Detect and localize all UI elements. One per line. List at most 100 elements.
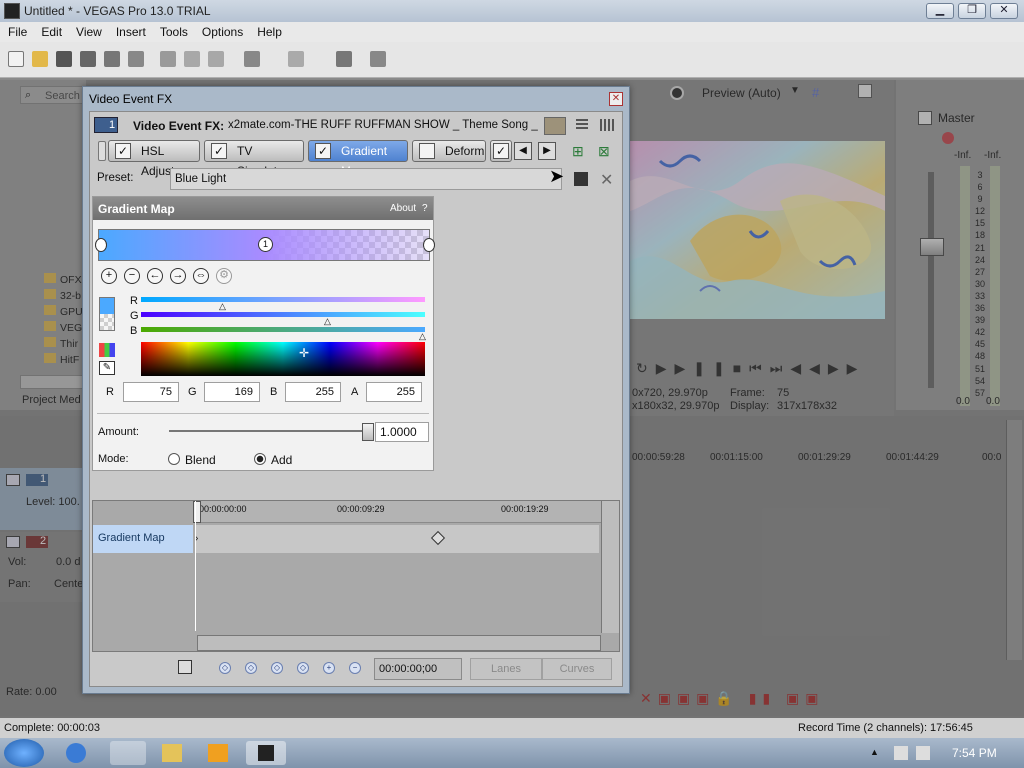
- ie-icon[interactable]: [110, 741, 146, 765]
- plugin-chain-icon[interactable]: ⊞: [572, 143, 590, 159]
- next-keyframe-icon[interactable]: ◇: [271, 662, 283, 674]
- r-slider-thumb[interactable]: △: [219, 301, 226, 312]
- remove-plugin-icon[interactable]: ⊠: [598, 143, 616, 159]
- hsl-adjust-checkbox[interactable]: ✓: [115, 143, 131, 159]
- save-as-icon[interactable]: [80, 51, 96, 67]
- chain-tv-simulator[interactable]: ✓TV Simulator: [204, 140, 304, 178]
- list-view-icon[interactable]: [576, 119, 588, 131]
- list-item[interactable]: Thir: [44, 336, 84, 352]
- properties-icon[interactable]: [128, 51, 144, 67]
- current-color-swatch[interactable]: [99, 297, 115, 331]
- chain-deform[interactable]: ✓Deform: [412, 140, 486, 162]
- a-value-field[interactable]: 255: [366, 382, 422, 402]
- master-fx-icon[interactable]: [918, 111, 932, 125]
- save-preset-icon[interactable]: [574, 172, 588, 186]
- explorer-icon[interactable]: [162, 744, 182, 762]
- pan-value[interactable]: Cente: [54, 578, 83, 590]
- amount-slider-track[interactable]: [169, 430, 369, 432]
- add-radio[interactable]: [254, 453, 266, 465]
- track-2-header[interactable]: 2 Vol: 0.0 d Pan: Cente: [0, 532, 83, 602]
- gradient-bar[interactable]: 1: [95, 229, 435, 261]
- preview-quality-dropdown[interactable]: Preview (Auto): [702, 86, 781, 100]
- lanes-button[interactable]: Lanes: [470, 658, 542, 680]
- blend-radio[interactable]: [168, 453, 180, 465]
- first-keyframe-icon[interactable]: ◇: [219, 662, 231, 674]
- menu-help[interactable]: Help: [249, 22, 288, 39]
- gradient-stop-start[interactable]: [95, 238, 107, 252]
- help-pointer-icon[interactable]: [370, 51, 386, 67]
- preset-dropdown[interactable]: Blue Light: [170, 168, 562, 190]
- save-icon[interactable]: [56, 51, 72, 67]
- bypass-icon[interactable]: [544, 117, 566, 135]
- tv-simulator-checkbox[interactable]: ✓: [211, 143, 227, 159]
- taskbar-app-icon[interactable]: [66, 743, 86, 763]
- paint-icon[interactable]: [336, 51, 352, 67]
- track-1-level[interactable]: Level: 100.: [26, 496, 80, 508]
- reset-stops-icon[interactable]: ⚙: [216, 268, 232, 284]
- edit-tools[interactable]: ✕▣▣▣🔒 ▮▮ ▣▣: [640, 690, 1020, 710]
- transport-controls[interactable]: ↻▶▶❚❚■⏮⏭◀◀▶▶: [636, 360, 865, 377]
- color-model-icon[interactable]: [99, 343, 115, 357]
- add-stop-icon[interactable]: +: [101, 268, 117, 284]
- start-button[interactable]: [4, 739, 44, 767]
- chain-scroll-right-button[interactable]: ▶: [538, 142, 556, 160]
- delete-preset-icon[interactable]: ✕: [600, 170, 613, 190]
- menu-file[interactable]: File: [0, 22, 33, 39]
- master-fader-handle[interactable]: [920, 238, 944, 256]
- menu-edit[interactable]: Edit: [33, 22, 68, 39]
- record-icon[interactable]: [670, 86, 684, 100]
- move-stop-right-icon[interactable]: →: [170, 268, 186, 284]
- gear-icon[interactable]: [942, 132, 954, 144]
- maximize-button[interactable]: ❐: [958, 3, 986, 19]
- color-spectrum-picker[interactable]: ✛: [141, 342, 425, 376]
- minimize-button[interactable]: ▁: [926, 3, 954, 19]
- help-link[interactable]: ?: [422, 203, 428, 214]
- copy-snapshot-icon[interactable]: [858, 84, 872, 98]
- gradient-stop-middle[interactable]: 1: [258, 237, 273, 252]
- add-keyframe-icon[interactable]: +: [323, 662, 335, 674]
- sync-cursor-icon[interactable]: [178, 660, 192, 674]
- volume-icon[interactable]: [916, 746, 930, 760]
- about-link[interactable]: About: [390, 203, 416, 214]
- menu-options[interactable]: Options: [194, 22, 249, 39]
- menu-view[interactable]: View: [68, 22, 108, 39]
- undo-icon[interactable]: [244, 51, 260, 67]
- vol-value[interactable]: 0.0 d: [56, 556, 80, 568]
- chain-scroll-left-button[interactable]: ◀: [514, 142, 532, 160]
- chain-gradient-map[interactable]: ✓Gradient Map: [308, 140, 408, 178]
- chevron-down-icon[interactable]: ▼: [790, 85, 800, 96]
- search-input[interactable]: ⌕ Search: [20, 86, 86, 104]
- b-value-field[interactable]: 255: [285, 382, 341, 402]
- gradient-stop-end[interactable]: [423, 238, 435, 252]
- g-value-field[interactable]: 169: [204, 382, 260, 402]
- close-button[interactable]: ✕: [990, 3, 1018, 19]
- vegas-taskbar-button[interactable]: [246, 741, 286, 765]
- tray-expand-icon[interactable]: ▲: [870, 747, 879, 757]
- kf-track-lane[interactable]: ›: [195, 525, 599, 553]
- chain-hsl-adjust[interactable]: ✓ HSL Adjust: [108, 140, 200, 178]
- explorer-scrollbar[interactable]: [20, 375, 86, 389]
- amount-value-field[interactable]: 1.0000: [375, 422, 429, 442]
- kf-vertical-scrollbar[interactable]: [601, 501, 619, 633]
- copy-icon[interactable]: [184, 51, 200, 67]
- render-icon[interactable]: [104, 51, 120, 67]
- move-stop-left-icon[interactable]: ←: [147, 268, 163, 284]
- track-1-header[interactable]: 1 Level: 100.: [0, 468, 82, 530]
- chain-start-handle[interactable]: [98, 141, 106, 161]
- remove-stop-icon[interactable]: −: [124, 268, 140, 284]
- keyframe-ruler[interactable]: 00:00:00:00 00:00:09:29 00:00:19:29: [193, 501, 601, 523]
- spectrum-crosshair[interactable]: ✛: [299, 346, 309, 360]
- prev-keyframe-icon[interactable]: ◇: [245, 662, 257, 674]
- r-slider[interactable]: [141, 297, 425, 302]
- keyframe-diamond[interactable]: [430, 530, 446, 546]
- grid-icon[interactable]: #: [812, 85, 819, 100]
- list-item[interactable]: GPU: [44, 304, 84, 320]
- list-item[interactable]: HitF: [44, 352, 84, 368]
- dialog-close-button[interactable]: ✕: [609, 92, 623, 106]
- amount-slider-thumb[interactable]: [362, 423, 374, 441]
- kf-horizontal-scrollbar[interactable]: [197, 635, 601, 651]
- deform-checkbox[interactable]: ✓: [419, 143, 435, 159]
- r-value-field[interactable]: 75: [123, 382, 179, 402]
- list-item[interactable]: VEG: [44, 320, 84, 336]
- tab-project-media[interactable]: Project Med: [22, 394, 81, 406]
